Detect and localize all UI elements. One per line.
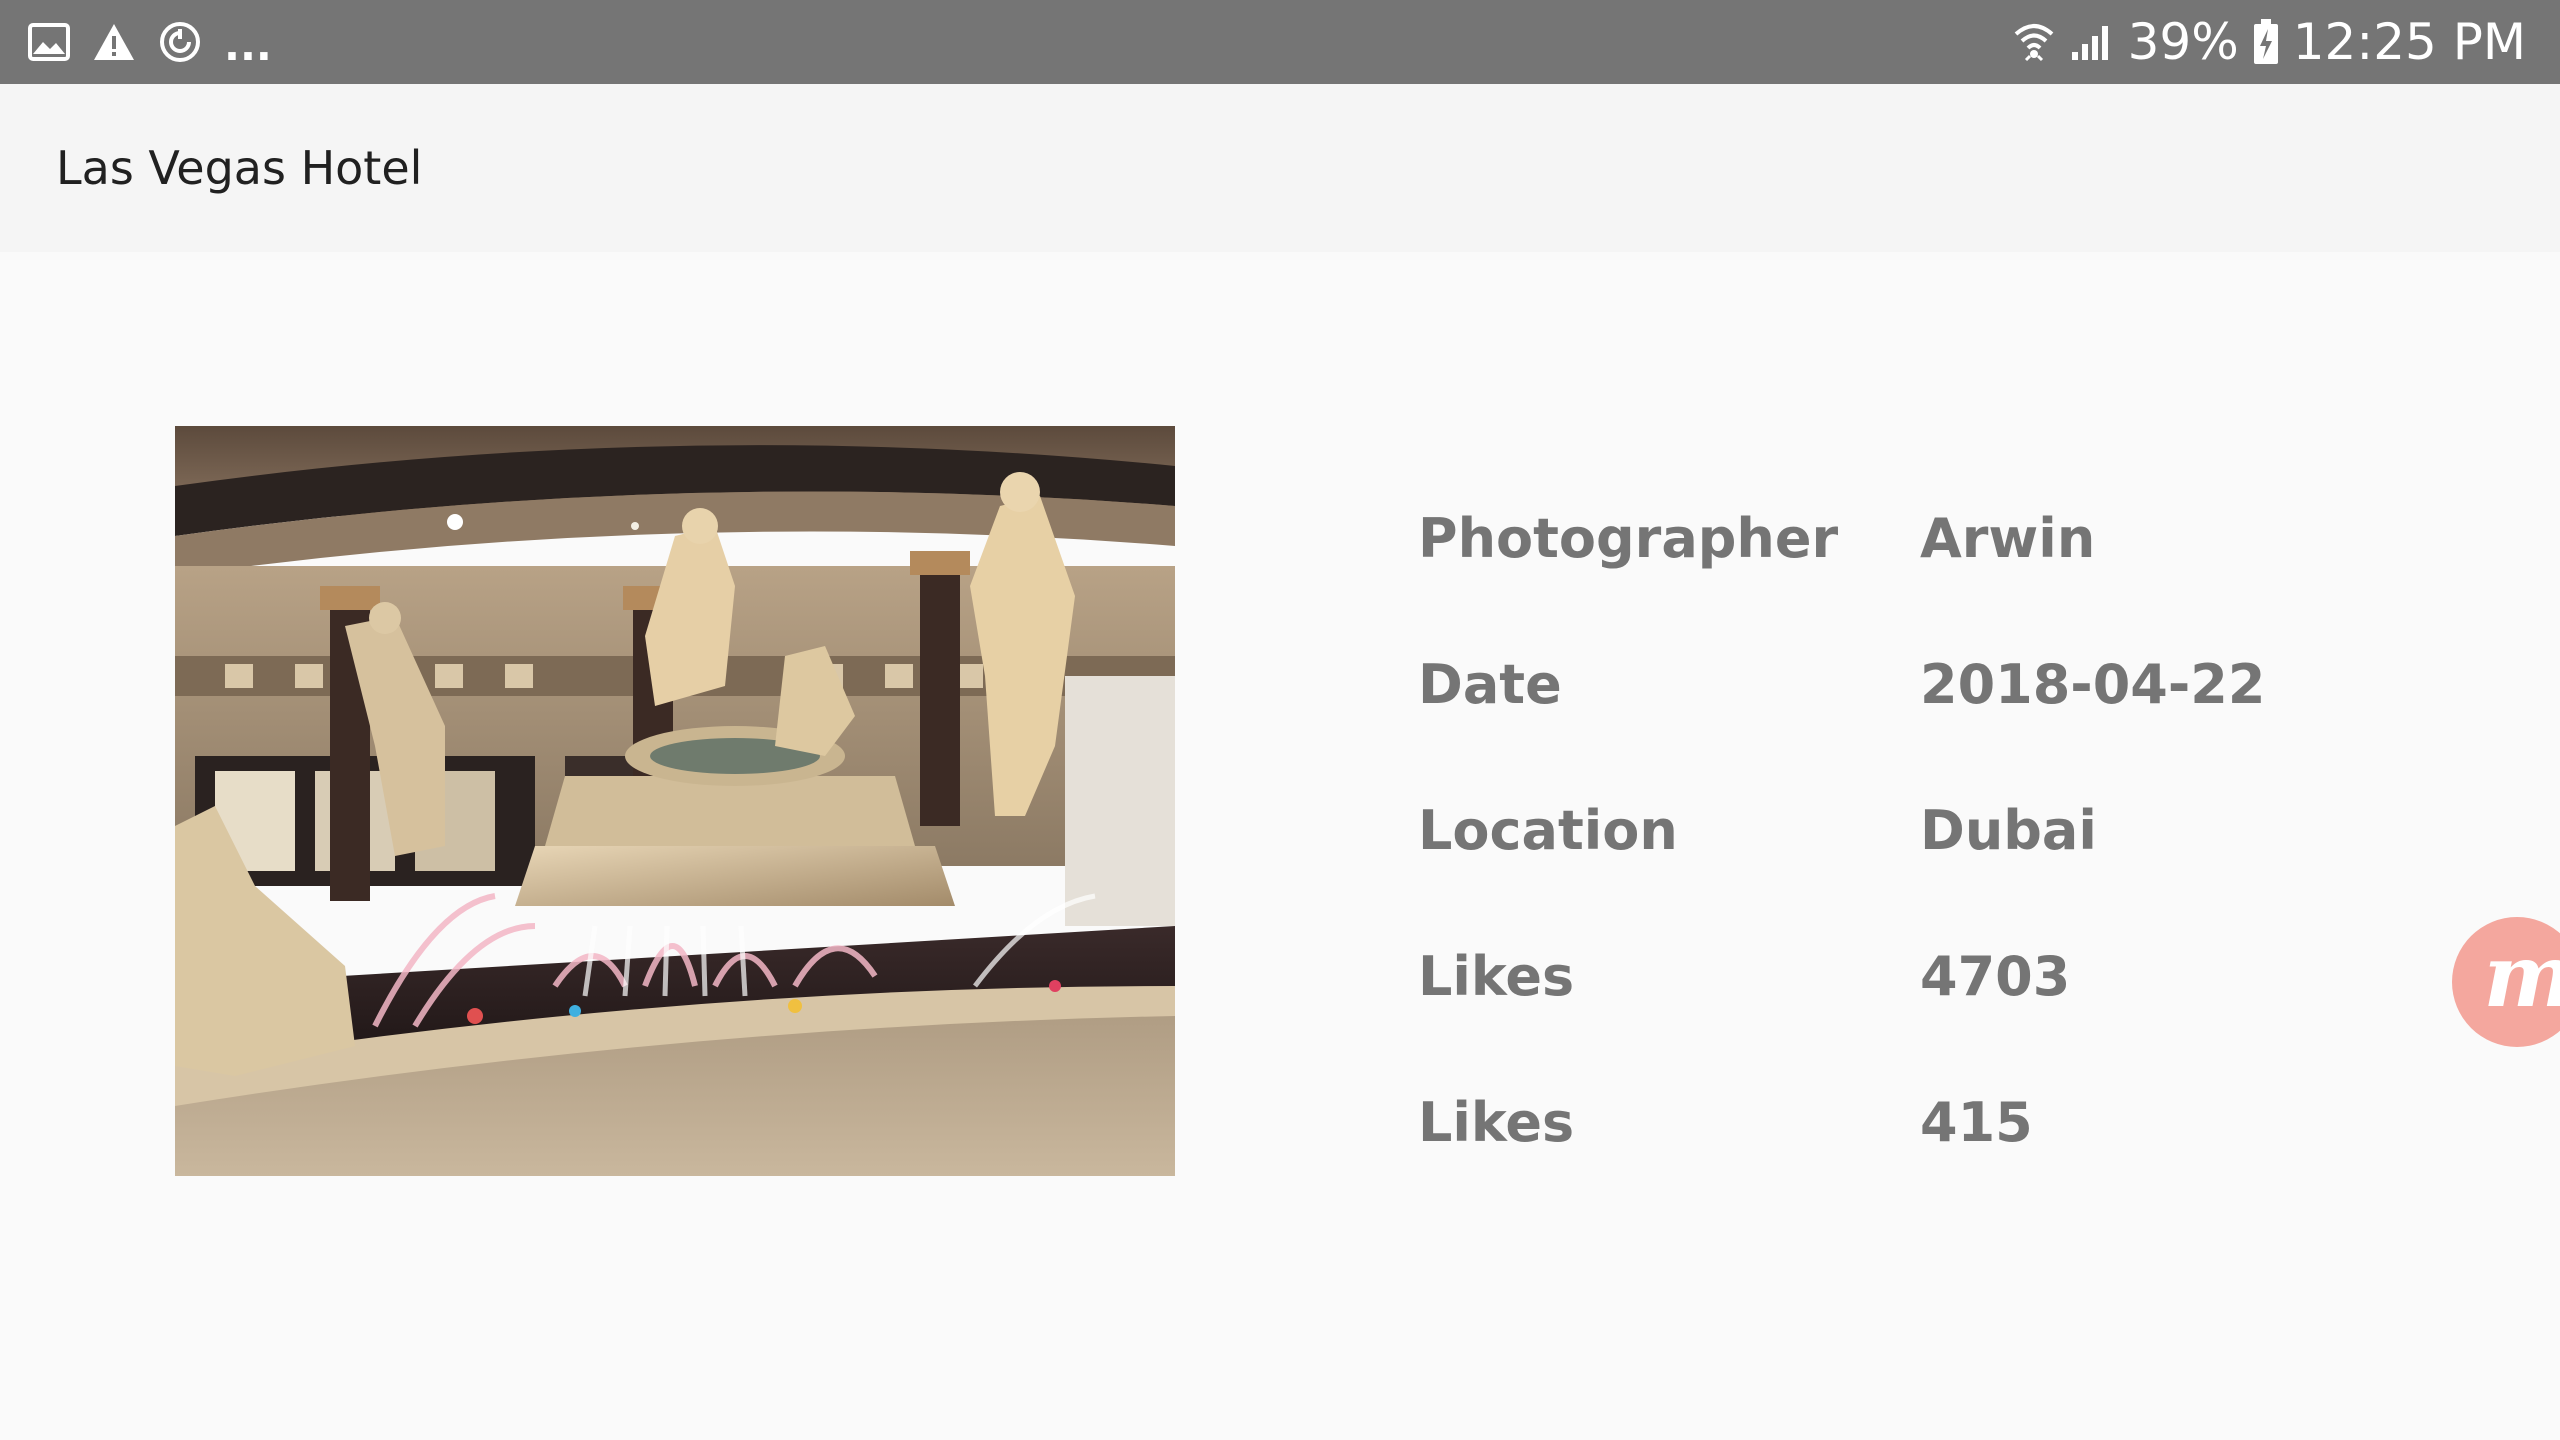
detail-label: Date xyxy=(1418,653,1562,716)
photo-image[interactable] xyxy=(175,426,1175,1176)
detail-value: 2018-04-22 xyxy=(1920,653,2266,716)
detail-label: Likes xyxy=(1418,1091,1575,1154)
detail-label: Likes xyxy=(1418,945,1575,1008)
detail-row-likes-2: Likes 415 xyxy=(1418,1086,2318,1232)
detail-row-photographer: Photographer Arwin xyxy=(1418,502,2318,648)
photo-details: Photographer Arwin Date 2018-04-22 Locat… xyxy=(1418,502,2318,1232)
warning-icon xyxy=(92,22,136,62)
page-title: Las Vegas Hotel xyxy=(56,141,423,195)
detail-value: Dubai xyxy=(1920,799,2097,862)
system-status: 39% 12:25 PM xyxy=(2012,0,2526,84)
detail-value: 415 xyxy=(1920,1091,2033,1154)
battery-percent: 39% xyxy=(2127,13,2239,71)
gallery-icon xyxy=(28,23,70,61)
app-bar: Las Vegas Hotel xyxy=(0,84,2560,252)
detail-value: 4703 xyxy=(1920,945,2071,1008)
floating-app-bubble[interactable]: m xyxy=(2452,917,2560,1047)
battery-charging-icon xyxy=(2253,19,2279,65)
wifi-icon xyxy=(2012,20,2056,64)
detail-label: Location xyxy=(1418,799,1678,862)
sync-icon xyxy=(158,20,202,64)
detail-row-location: Location Dubai xyxy=(1418,794,2318,940)
notification-icons: ... xyxy=(28,0,272,84)
detail-value: Arwin xyxy=(1920,507,2096,570)
detail-label: Photographer xyxy=(1418,507,1839,570)
signal-icon xyxy=(2070,22,2114,62)
detail-row-date: Date 2018-04-22 xyxy=(1418,648,2318,794)
more-notifications-indicator: ... xyxy=(224,21,272,70)
photo-detail-content: Photographer Arwin Date 2018-04-22 Locat… xyxy=(0,252,2560,1440)
detail-row-likes: Likes 4703 xyxy=(1418,940,2318,1086)
status-bar: ... 39% 12:25 PM xyxy=(0,0,2560,84)
clock: 12:25 PM xyxy=(2292,13,2526,71)
floating-bubble-glyph: m xyxy=(2484,934,2560,1020)
